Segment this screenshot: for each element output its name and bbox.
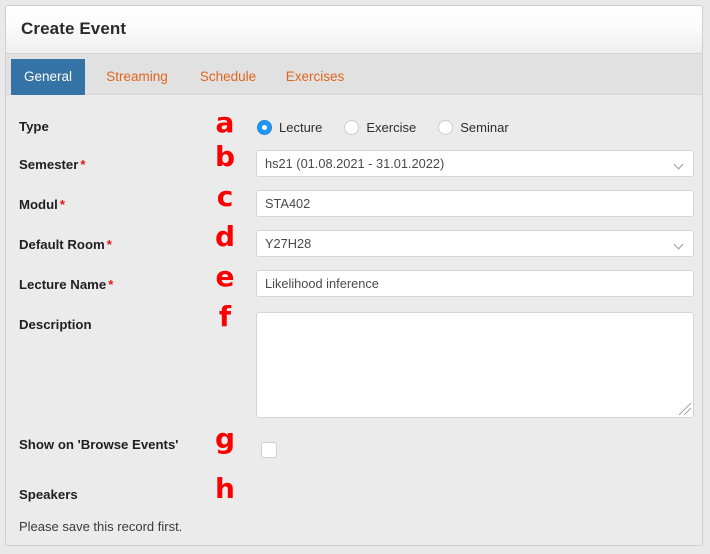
label-description: Description — [19, 317, 92, 332]
annotation-c: c — [216, 180, 234, 213]
required-marker: * — [108, 277, 114, 292]
modul-input[interactable]: STA402 — [256, 190, 694, 217]
annotation-a: a — [215, 106, 235, 139]
label-show-on-browse-events: Show on 'Browse Events' — [19, 437, 179, 452]
tab-bar: General Streaming Schedule Exercises — [6, 54, 702, 95]
radio-exercise-label: Exercise — [366, 119, 417, 135]
radio-empty-icon — [344, 119, 360, 135]
page-title: Create Event — [21, 19, 127, 38]
tab-exercises[interactable]: Exercises — [274, 59, 356, 95]
required-marker: * — [80, 157, 86, 172]
radio-empty-icon — [438, 119, 454, 135]
modul-value: STA402 — [265, 196, 311, 211]
annotation-g: g — [214, 422, 236, 455]
semester-select[interactable]: hs21 (01.08.2021 - 31.01.2022) — [256, 150, 694, 177]
required-marker: * — [59, 197, 65, 212]
radio-selected-icon — [257, 119, 272, 135]
tab-schedule[interactable]: Schedule — [188, 59, 268, 95]
label-lecture-name: Lecture Name * — [19, 277, 114, 292]
annotation-e: e — [215, 260, 235, 293]
label-semester: Semester * — [19, 157, 86, 172]
lecture-name-input[interactable]: Likelihood inference — [256, 270, 694, 297]
radio-lecture[interactable]: Lecture — [257, 119, 323, 135]
label-modul: Modul * — [19, 197, 65, 212]
annotation-h: h — [215, 472, 235, 505]
label-default-room: Default Room * — [19, 237, 112, 252]
show-on-browse-events-checkbox[interactable] — [261, 442, 277, 458]
speakers-note: Please save this record first. — [19, 519, 183, 534]
lecture-name-value: Likelihood inference — [265, 276, 379, 291]
label-speakers: Speakers — [19, 487, 78, 502]
default-room-select[interactable]: Y27H28 — [256, 230, 694, 257]
radio-seminar-label: Seminar — [460, 119, 509, 135]
label-type: Type — [19, 119, 49, 134]
description-textarea[interactable] — [256, 312, 694, 418]
general-form: Type a Lecture Exercise Seminar Semester… — [6, 95, 702, 545]
radio-seminar[interactable]: Seminar — [438, 119, 509, 135]
chevron-down-icon — [675, 241, 684, 247]
tab-streaming[interactable]: Streaming — [93, 59, 181, 95]
chevron-down-icon — [675, 161, 684, 167]
radio-lecture-label: Lecture — [279, 119, 323, 135]
annotation-f: f — [218, 300, 232, 333]
annotation-b: b — [214, 140, 236, 173]
required-marker: * — [106, 237, 112, 252]
annotation-d: d — [214, 220, 236, 253]
panel-header: Create Event — [6, 6, 702, 54]
radio-exercise[interactable]: Exercise — [344, 119, 417, 135]
create-event-panel: Create Event General Streaming Schedule … — [5, 5, 703, 546]
type-radio-group: Lecture Exercise Seminar — [257, 116, 531, 138]
resize-handle-icon[interactable] — [679, 403, 691, 415]
semester-value: hs21 (01.08.2021 - 31.01.2022) — [265, 156, 445, 171]
default-room-value: Y27H28 — [265, 236, 312, 251]
tab-general[interactable]: General — [11, 59, 85, 95]
